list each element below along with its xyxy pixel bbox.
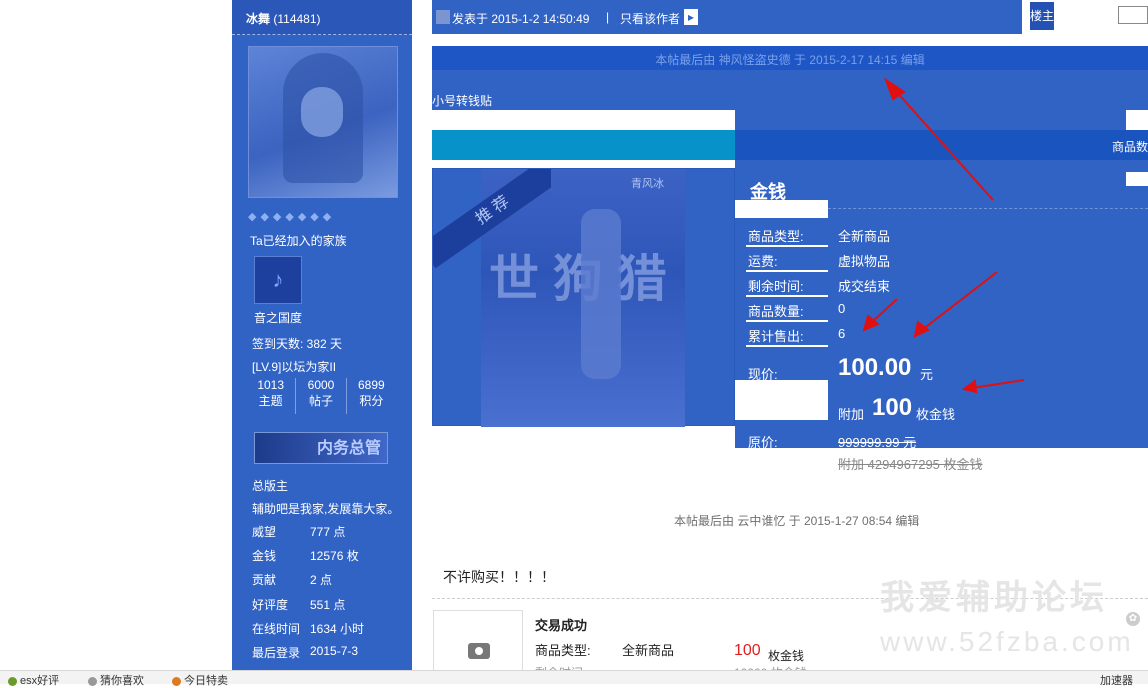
- arrow-1: [894, 89, 994, 201]
- arrow-4: [971, 379, 1025, 389]
- arrow-3-head: [913, 320, 930, 338]
- camera-icon: [468, 643, 490, 659]
- statusbar-item-reviews[interactable]: esx好评: [8, 672, 59, 688]
- browser-status-bar: esx好评 猜你喜欢 今日特卖 加速器: [0, 670, 1148, 687]
- gear-icon[interactable]: ✿: [1126, 612, 1140, 626]
- edit-notice: 本帖最后由 云中谁忆 于 2015-1-27 08:54 编辑: [674, 514, 920, 528]
- trade-status: 交易成功: [535, 618, 588, 633]
- trade-price-unit: 枚金钱: [768, 649, 805, 663]
- trade-type-label: 商品类型:: [535, 643, 591, 658]
- trade-type-value: 全新商品: [622, 643, 675, 658]
- arrow-3: [921, 271, 998, 331]
- arrow-4-head: [961, 379, 978, 394]
- statusbar-item-sale[interactable]: 今日特卖: [172, 672, 228, 688]
- watermark-url: www.52fzba.com: [880, 626, 1134, 657]
- trade-price: 100: [734, 642, 761, 659]
- statusbar-item-guess[interactable]: 猜你喜欢: [88, 672, 144, 688]
- statusbar-accelerator[interactable]: 加速器: [1100, 672, 1133, 688]
- post-body-text: 不许购买！！！！: [443, 569, 555, 585]
- watermark-title: 我爱辅助论坛: [880, 579, 1108, 617]
